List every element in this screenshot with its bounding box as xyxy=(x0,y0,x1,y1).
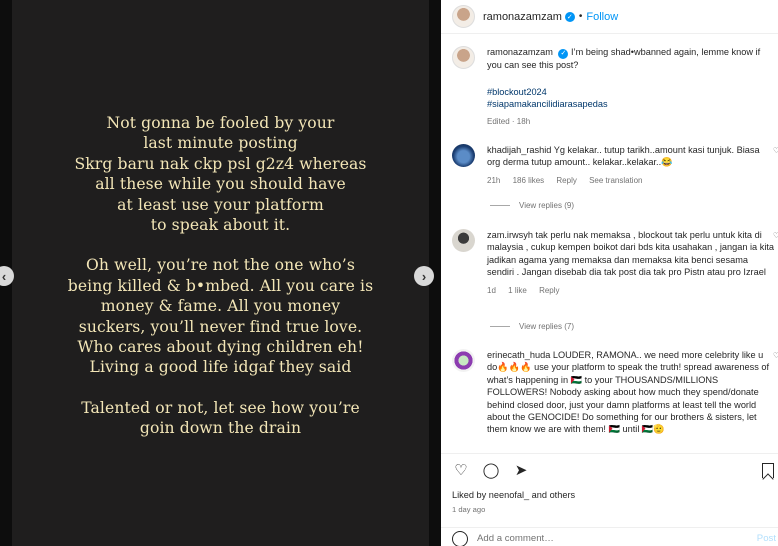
heart-icon[interactable]: ♡ xyxy=(773,146,778,155)
hashtag-link[interactable]: #siapamakancilidiarasapedas xyxy=(487,98,767,110)
emoji-icon[interactable] xyxy=(452,530,468,546)
reply-button[interactable]: Reply xyxy=(556,176,576,185)
view-replies-button[interactable]: View replies (9) xyxy=(490,201,574,210)
story-line: Living a good life idgaf they said xyxy=(89,358,352,377)
comment-icon[interactable]: ◯ xyxy=(482,461,500,479)
view-replies-label: View replies (7) xyxy=(519,322,574,331)
avatar[interactable] xyxy=(452,46,475,69)
follow-button[interactable]: Follow xyxy=(586,11,618,23)
heart-icon[interactable]: ♡ xyxy=(773,351,778,360)
story-text: Not gonna be fooled by your last minute … xyxy=(0,113,441,439)
comment-likes[interactable]: 1 like xyxy=(508,286,527,295)
see-translation-button[interactable]: See translation xyxy=(589,176,642,185)
comment-time: 21h xyxy=(487,175,501,185)
comment-username[interactable]: khadijah_rashid xyxy=(487,145,551,155)
caption-username[interactable]: ramonazamzam xyxy=(487,47,553,57)
story-line: Not gonna be fooled by your xyxy=(106,114,335,132)
header-username[interactable]: ramonazamzam xyxy=(483,11,562,23)
view-replies-label: View replies (9) xyxy=(519,201,574,210)
story-line: Oh well, you’re not the one who’s xyxy=(86,256,355,275)
caption-meta: Edited · 18h xyxy=(487,117,531,127)
verified-badge-icon: ✓ xyxy=(558,49,569,60)
post-actions: ♡ ◯ ➤ Liked by neenofal_ and others 1 da… xyxy=(441,453,778,546)
comment-text: LOUDER, RAMONA.. we need more celebrity … xyxy=(487,350,770,435)
story-line: Talented or not, let see how you’re xyxy=(81,398,360,417)
chevron-left-icon: ‹ xyxy=(1,268,7,284)
comment-username[interactable]: erinecath_huda xyxy=(487,350,550,360)
comments-list: ramonazamzam ✓ I’m being shad•wbanned ag… xyxy=(441,35,778,453)
story-line: money & fame. All you money xyxy=(100,297,341,316)
separator-dot: • xyxy=(578,11,583,22)
story-line: goin down the drain xyxy=(139,419,302,438)
chevron-right-icon: › xyxy=(421,268,427,284)
liked-by[interactable]: Liked by neenofal_ and others xyxy=(452,490,575,500)
heart-icon[interactable]: ♡ xyxy=(773,231,778,240)
post-side-panel: ramonazamzam ✓ • Follow ramonazamzam ✓ I… xyxy=(441,0,778,546)
story-line: last minute posting xyxy=(143,134,298,153)
avatar[interactable] xyxy=(452,144,475,167)
story-line: Skrg baru nak ckp psl g2z4 whereas xyxy=(74,154,367,173)
post-comment-button[interactable]: Post xyxy=(757,533,776,544)
story-line: suckers, you’ll never find true love. xyxy=(78,317,363,336)
comment-time: 1d xyxy=(487,285,496,295)
story-line: all these while you should have xyxy=(95,175,346,194)
add-comment-bar: Add a comment… Post xyxy=(441,527,778,546)
post-media: Not gonna be fooled by your last minute … xyxy=(0,0,441,546)
heart-icon[interactable]: ♡ xyxy=(452,461,470,479)
avatar[interactable] xyxy=(452,229,475,252)
next-slide-button[interactable]: › xyxy=(414,266,434,286)
hashtag-link[interactable]: #blockout2024 xyxy=(487,86,767,98)
story-line: Who cares about dying children eh! xyxy=(77,338,364,357)
view-replies-button[interactable]: View replies (7) xyxy=(490,322,574,331)
share-icon[interactable]: ➤ xyxy=(512,461,530,479)
avatar[interactable] xyxy=(452,5,475,28)
comment-username[interactable]: zam.irwsyh xyxy=(487,230,533,240)
reply-button[interactable]: Reply xyxy=(539,286,559,295)
story-line: being killed & b•mbed. All you care is xyxy=(67,276,374,295)
bookmark-icon[interactable] xyxy=(762,463,774,478)
comment-likes[interactable]: 186 likes xyxy=(513,176,545,185)
verified-badge-icon: ✓ xyxy=(564,11,575,22)
story-line: at least use your platform xyxy=(117,195,324,214)
post-header: ramonazamzam ✓ • Follow xyxy=(441,0,778,34)
comment-input[interactable]: Add a comment… xyxy=(477,533,554,544)
story-line: to speak about it. xyxy=(150,216,291,235)
post-time: 1 day ago xyxy=(452,505,486,514)
avatar[interactable] xyxy=(452,349,475,372)
